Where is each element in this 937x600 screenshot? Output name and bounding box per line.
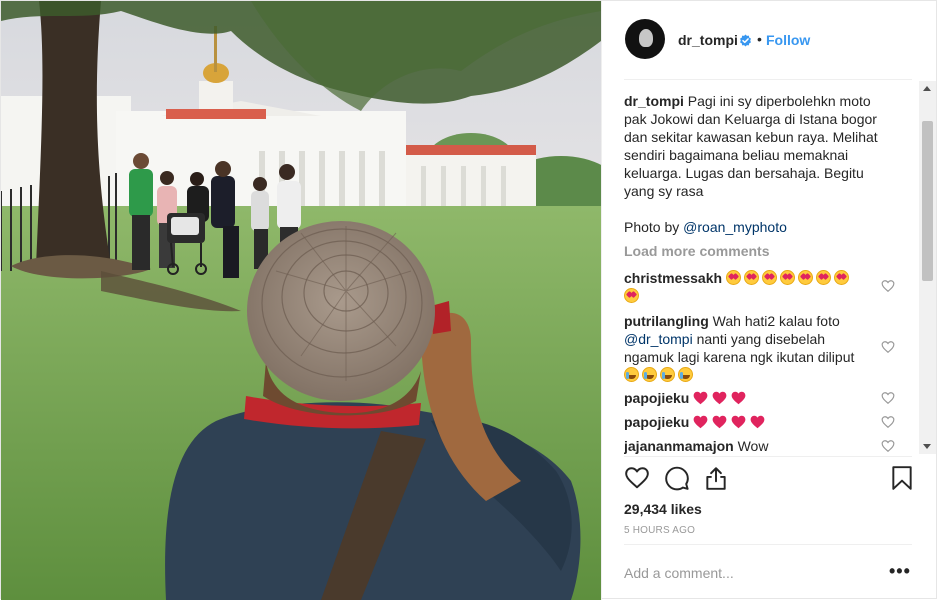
comment-item: christmessakh: [624, 269, 874, 305]
red-heart-emoji: [693, 390, 750, 406]
verified-badge-icon: [740, 34, 751, 47]
red-heart-emoji: [693, 414, 769, 430]
photo-illustration: [1, 1, 601, 600]
comment-item: papojieku: [624, 413, 874, 431]
load-more-comments-button[interactable]: Load more comments: [624, 243, 769, 259]
follow-button[interactable]: Follow: [766, 32, 810, 48]
comment-item: jajananmamajon Wow: [624, 437, 874, 455]
caption: dr_tompi Pagi ini sy diperbolehkn moto p…: [624, 92, 894, 200]
comment-like-heart-icon[interactable]: [881, 391, 895, 405]
header-separator: •: [757, 31, 762, 47]
instagram-post: dr_tompi • Follow dr_tompi Pagi ini sy d…: [0, 0, 937, 600]
comment-username[interactable]: papojieku: [624, 390, 689, 406]
comment-item: putrilangling Wah hati2 kalau foto @dr_t…: [624, 312, 874, 384]
comment-text: Wow: [737, 438, 769, 454]
comment-text: Wah hati2 kalau foto: [712, 313, 840, 329]
scroll-down-arrow-icon[interactable]: [923, 444, 931, 449]
likes-count[interactable]: 29,434 likes: [624, 501, 702, 517]
header-divider: [624, 79, 912, 80]
comment-username[interactable]: christmessakh: [624, 270, 722, 286]
photo-credit-prefix: Photo by: [624, 219, 684, 235]
post-sidebar: dr_tompi • Follow dr_tompi Pagi ini sy d…: [601, 1, 936, 600]
comments-list[interactable]: dr_tompi Pagi ini sy diperbolehkn moto p…: [624, 89, 919, 457]
action-bar: [602, 463, 937, 495]
scrollbar-thumb[interactable]: [922, 121, 933, 281]
more-options-button[interactable]: •••: [889, 561, 911, 582]
comments-scrollbar[interactable]: [919, 81, 936, 454]
comment-icon[interactable]: [664, 465, 690, 491]
comment-item: papojieku: [624, 389, 874, 407]
post-timestamp[interactable]: 5 HOURS AGO: [624, 525, 695, 536]
share-icon[interactable]: [703, 465, 729, 491]
crying-emoji: [624, 367, 696, 383]
photo-credit: Photo by @roan_myphoto: [624, 218, 894, 236]
comment-username[interactable]: putrilangling: [624, 313, 709, 329]
comment-like-heart-icon[interactable]: [881, 439, 895, 453]
scroll-up-arrow-icon[interactable]: [923, 86, 931, 91]
comment-mention[interactable]: @dr_tompi: [624, 331, 693, 347]
bookmark-icon[interactable]: [889, 465, 915, 491]
post-photo[interactable]: [1, 1, 601, 600]
comment-username[interactable]: jajananmamajon: [624, 438, 734, 454]
add-comment-divider: [624, 544, 912, 545]
add-comment-input[interactable]: [624, 557, 864, 589]
header-username[interactable]: dr_tompi: [678, 32, 738, 48]
comment-username[interactable]: papojieku: [624, 414, 689, 430]
actions-divider: [624, 456, 912, 457]
photo-credit-mention[interactable]: @roan_myphoto: [683, 219, 787, 235]
avatar[interactable]: [625, 19, 665, 59]
comment-like-heart-icon[interactable]: [881, 340, 895, 354]
heart-icon[interactable]: [624, 465, 650, 491]
caption-username[interactable]: dr_tompi: [624, 93, 684, 109]
comment-like-heart-icon[interactable]: [881, 415, 895, 429]
comment-like-heart-icon[interactable]: [881, 279, 895, 293]
post-header: dr_tompi • Follow: [602, 1, 937, 79]
